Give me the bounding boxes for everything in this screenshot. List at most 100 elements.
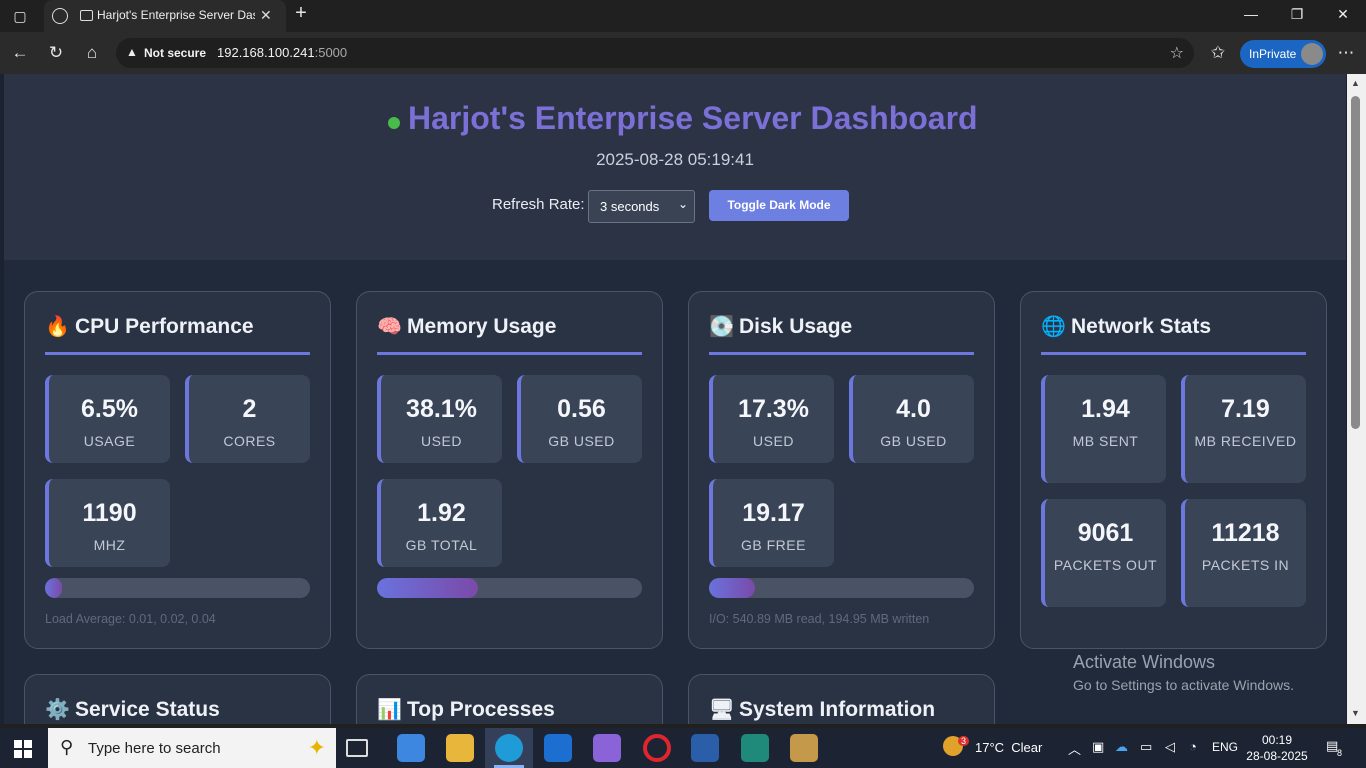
divider	[377, 352, 642, 355]
memory-progress-fill	[377, 578, 478, 598]
scroll-up-icon[interactable]: ▲	[1351, 78, 1360, 88]
browser-tab-bar: ▢ Harjot's Enterprise Server Dashboard ✕…	[0, 0, 1366, 32]
outlook-icon[interactable]	[544, 734, 572, 762]
cpu-progress-fill	[45, 578, 63, 598]
top-processes-card: 📊 Top Processes	[356, 674, 663, 724]
volume-icon[interactable]: ◁	[1165, 739, 1175, 755]
refresh-icon[interactable]: ↻	[44, 43, 68, 63]
disk-gb-free-stat: 19.17 GB FREE	[709, 479, 834, 567]
language-indicator[interactable]: ENG	[1212, 740, 1238, 754]
page-title: Harjot's Enterprise Server Dashboard	[408, 100, 978, 136]
refresh-rate-select[interactable]: 3 seconds ⌄	[588, 190, 695, 223]
status-dot-icon	[388, 117, 400, 129]
memory-gb-used-stat: 0.56 GB USED	[517, 375, 642, 463]
home-icon[interactable]: ⌂	[80, 43, 104, 63]
tray-app-icon[interactable]: ▣	[1092, 739, 1104, 755]
network-card-title: 🌐 Network Stats	[1041, 315, 1212, 338]
network-mb-sent-stat: 1.94 MB SENT	[1041, 375, 1166, 483]
store-icon[interactable]	[397, 734, 425, 762]
back-icon[interactable]: ←	[8, 43, 32, 63]
disk-progress-fill	[709, 578, 755, 598]
system-information-title: 🖥 System Information	[709, 698, 936, 721]
wifi-icon[interactable]: ◔	[1189, 739, 1197, 754]
close-window-button[interactable]: ✕	[1328, 6, 1358, 23]
tab-close-icon[interactable]: ✕	[260, 7, 272, 24]
dashboard-page: Harjot's Enterprise Server Dashboard 202…	[4, 74, 1346, 724]
search-highlight-icon: ✦	[307, 735, 326, 760]
taskbar-clock[interactable]: 00:19 28-08-2025	[1240, 732, 1314, 764]
vscode-icon[interactable]	[741, 734, 769, 762]
scrollbar-thumb[interactable]	[1351, 96, 1360, 429]
favorite-star-icon[interactable]: ☆	[1170, 43, 1184, 63]
page-viewport: Harjot's Enterprise Server Dashboard 202…	[0, 74, 1366, 724]
toggle-dark-mode-button[interactable]: Toggle Dark Mode	[709, 190, 849, 221]
disk-used-pct-stat: 17.3% USED	[709, 375, 834, 463]
copilot-icon[interactable]	[593, 734, 621, 762]
warning-icon: ▲	[126, 45, 138, 59]
minimize-button[interactable]: —	[1236, 6, 1266, 22]
service-status-card: ⚙️ Service Status	[24, 674, 331, 724]
memory-card: 🧠 Memory Usage 38.1% USED 0.56 GB USED 1.92…	[356, 291, 663, 649]
cpu-progress-bar	[45, 578, 310, 598]
inprivate-badge[interactable]: InPrivate	[1240, 40, 1326, 68]
favorites-icon[interactable]: ✩	[1206, 43, 1230, 63]
page-scrollbar[interactable]: ▲ ▼	[1347, 74, 1366, 724]
task-view-icon[interactable]	[346, 739, 368, 757]
maximize-button[interactable]: ❐	[1282, 6, 1312, 23]
disk-card-title: 💽 Disk Usage	[709, 315, 853, 338]
opera-icon[interactable]	[643, 734, 671, 762]
weather-text[interactable]: 17°C Clear	[975, 740, 1042, 755]
refresh-rate-label: Refresh Rate:	[492, 196, 585, 213]
activate-windows-subtitle: Go to Settings to activate Windows.	[1073, 677, 1294, 693]
address-bar-row: ← ↻ ⌂ ▲ Not secure 192.168.100.241:5000 …	[0, 32, 1366, 74]
weather-badge: 3	[958, 736, 970, 746]
cpu-usage-stat: 6.5% USAGE	[45, 375, 170, 463]
security-label[interactable]: Not secure	[144, 46, 206, 60]
brain-icon: 🧠	[377, 316, 402, 338]
powershell-icon[interactable]	[691, 734, 719, 762]
tab-actions-icon[interactable]: ▢	[9, 6, 31, 26]
avatar	[1301, 43, 1323, 65]
onedrive-icon[interactable]: ☁	[1115, 739, 1128, 755]
cpu-cores-stat: 2 CORES	[185, 375, 310, 463]
network-mb-received-stat: 7.19 MB RECEIVED	[1181, 375, 1306, 483]
new-tab-button[interactable]: +	[290, 3, 312, 23]
network-packets-out-stat: 9061 PACKETS OUT	[1041, 499, 1166, 607]
cpu-mhz-stat: 1190 MHZ	[45, 479, 170, 567]
file-explorer-icon[interactable]	[446, 734, 474, 762]
windows-start-icon[interactable]	[14, 740, 32, 758]
url-field[interactable]: ▲ Not secure 192.168.100.241:5000 ☆	[116, 38, 1194, 68]
network-card: 🌐 Network Stats 1.94 MB SENT 7.19 MB RECEIV…	[1020, 291, 1327, 649]
edge-icon[interactable]	[495, 734, 523, 762]
gear-icon: ⚙️	[45, 699, 70, 721]
url-text[interactable]: 192.168.100.241:5000	[217, 45, 347, 60]
divider	[45, 352, 310, 355]
taskbar-search-input[interactable]: ⚲ Type here to search ✦	[48, 728, 336, 768]
winrar-icon[interactable]	[790, 734, 818, 762]
tab-title: Harjot's Enterprise Server Dashboard	[97, 8, 255, 22]
tray-chevron-icon[interactable]: ︿	[1068, 739, 1081, 758]
timestamp: 2025-08-28 05:19:41	[596, 150, 754, 169]
battery-icon[interactable]: ▭	[1140, 739, 1152, 755]
disk-progress-bar	[709, 578, 974, 598]
activate-windows-title: Activate Windows	[1073, 652, 1216, 672]
cpu-load-average: Load Average: 0.01, 0.02, 0.04	[45, 612, 216, 626]
chart-icon: 📊	[377, 699, 402, 721]
search-placeholder: Type here to search	[88, 740, 221, 757]
memory-used-pct-stat: 38.1% USED	[377, 375, 502, 463]
windows-taskbar: ⚲ Type here to search ✦ 3 17°C Clear ︿ ▣…	[0, 728, 1366, 768]
cpu-card: 🔥 CPU Performance 6.5% USAGE 2 CORES 1190 MH…	[24, 291, 331, 649]
chevron-down-icon: ⌄	[677, 197, 688, 211]
tab-dashboard[interactable]: Harjot's Enterprise Server Dashboard ✕	[44, 0, 286, 32]
globe-icon: 🌐	[1041, 316, 1066, 338]
globe-icon	[52, 8, 68, 24]
disk-io-stats: I/O: 540.89 MB read, 194.95 MB written	[709, 612, 930, 626]
scroll-down-icon[interactable]: ▼	[1351, 708, 1360, 718]
service-status-title: ⚙️ Service Status	[45, 698, 220, 721]
fire-icon: 🔥	[45, 316, 70, 338]
more-menu-icon[interactable]: ⋯	[1334, 43, 1358, 63]
search-icon: ⚲	[60, 737, 74, 757]
disk-gb-used-stat: 4.0 GB USED	[849, 375, 974, 463]
dashboard-header: Harjot's Enterprise Server Dashboard 202…	[4, 74, 1346, 260]
cpu-card-title: 🔥 CPU Performance	[45, 315, 254, 338]
